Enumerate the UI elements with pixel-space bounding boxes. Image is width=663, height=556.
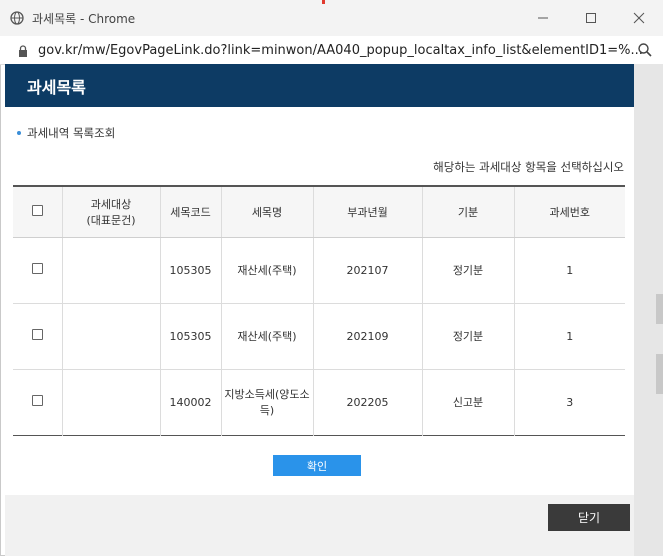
tax-no-cell: 1: [513, 303, 625, 369]
period-cell: 정기분: [421, 237, 514, 303]
target-cell: [61, 369, 160, 435]
tax-no-cell: 1: [513, 237, 625, 303]
lock-icon[interactable]: [16, 43, 30, 57]
guide-text: 해당하는 과세대상 항목을 선택하십시오: [433, 160, 624, 174]
bullet-icon: [17, 131, 21, 135]
popup-header: 과세목록: [5, 64, 634, 107]
table-row[interactable]: 105305 재산세(주택) 202109 정기분 1: [13, 303, 625, 369]
background-fragment: [656, 354, 663, 394]
popup-title: 과세목록: [27, 77, 86, 97]
confirm-button[interactable]: 확인: [273, 455, 361, 476]
minimize-icon[interactable]: [519, 0, 567, 36]
tax-no-cell: 3: [513, 369, 625, 435]
tax-name-cell: 재산세(주택): [220, 237, 313, 303]
header-target: 과세대상 (대표문건): [61, 185, 160, 238]
levy-ym-cell: 202109: [312, 303, 422, 369]
period-cell: 신고분: [421, 369, 514, 435]
tab-indicator: [322, 0, 325, 4]
row-checkbox[interactable]: [31, 395, 43, 406]
header-levy-ym: 부과년월: [312, 185, 422, 238]
select-all-checkbox[interactable]: [31, 204, 43, 216]
tax-code-cell: 105305: [159, 303, 221, 369]
period-cell: 정기분: [421, 303, 514, 369]
header-tax-code: 세목코드: [159, 185, 221, 238]
target-cell: [61, 237, 160, 303]
window-controls: [519, 0, 663, 36]
bottom-bar: 닫기: [5, 495, 634, 556]
section-title: 과세내역 목록조회: [17, 125, 115, 141]
table-row[interactable]: 140002 지방소득세(양도소득) 202205 신고분 3: [13, 369, 625, 435]
target-cell: [61, 303, 160, 369]
row-select-cell: [13, 237, 62, 303]
close-icon[interactable]: [615, 0, 663, 36]
header-target-line2: (대표문건): [86, 213, 136, 227]
popup-window: 과세목록 - Chrome gov.kr/mw/EgovPageLink.do?…: [0, 0, 663, 556]
row-select-cell: [13, 303, 62, 369]
row-checkbox[interactable]: [31, 329, 43, 340]
background-page-edge: [634, 64, 663, 556]
maximize-icon[interactable]: [567, 0, 615, 36]
tax-name-cell: 지방소득세(양도소득): [220, 369, 313, 435]
tax-code-cell: 140002: [159, 369, 221, 435]
close-button[interactable]: 닫기: [548, 504, 630, 531]
table-row[interactable]: 105305 재산세(주택) 202107 정기분 1: [13, 237, 625, 303]
row-checkbox[interactable]: [31, 263, 43, 274]
select-all-cell: [13, 185, 62, 238]
header-tax-name: 세목명: [220, 185, 313, 238]
row-select-cell: [13, 369, 62, 435]
title-bar: 과세목록 - Chrome: [0, 0, 663, 37]
address-bar[interactable]: gov.kr/mw/EgovPageLink.do?link=minwon/AA…: [0, 36, 663, 65]
header-period: 기분: [421, 185, 514, 238]
tax-code-cell: 105305: [159, 237, 221, 303]
globe-icon: [10, 11, 24, 25]
url-text[interactable]: gov.kr/mw/EgovPageLink.do?link=minwon/AA…: [38, 43, 643, 58]
table-header-row: 과세대상 (대표문건) 세목코드 세목명 부과년월 기분 과세번호: [13, 185, 625, 238]
search-icon[interactable]: [637, 42, 653, 58]
levy-ym-cell: 202107: [312, 237, 422, 303]
header-target-line1: 과세대상: [90, 197, 132, 211]
popup-content: 과세내역 목록조회 해당하는 과세대상 항목을 선택하십시오 과세대상 (대표문…: [5, 107, 634, 556]
window-title: 과세목록 - Chrome: [32, 11, 136, 26]
tax-list-table: 과세대상 (대표문건) 세목코드 세목명 부과년월 기분 과세번호 105305…: [13, 185, 625, 436]
levy-ym-cell: 202205: [312, 369, 422, 435]
section-title-text: 과세내역 목록조회: [27, 126, 116, 140]
background-fragment: [656, 294, 663, 324]
tax-name-cell: 재산세(주택): [220, 303, 313, 369]
header-tax-no: 과세번호: [513, 185, 625, 238]
